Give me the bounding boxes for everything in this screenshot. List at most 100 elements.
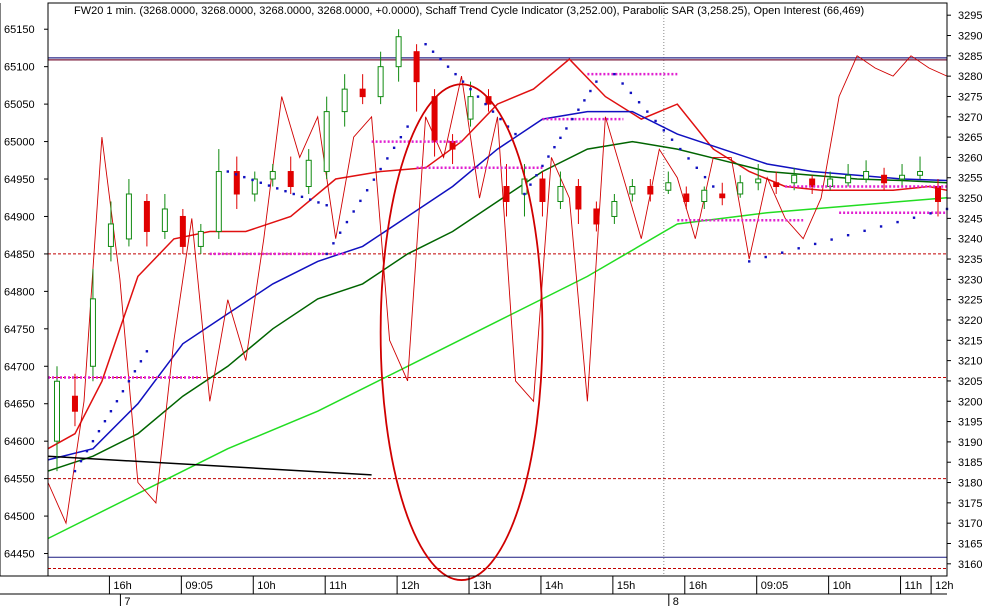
time-tick-label: 10h xyxy=(257,580,275,592)
candle-body xyxy=(899,174,906,180)
candle-body xyxy=(215,171,222,232)
sar-dot xyxy=(91,439,95,443)
right-tick-label: 3165 xyxy=(958,538,982,550)
right-tick-label: 3195 xyxy=(958,417,982,429)
sar-dot xyxy=(879,225,883,228)
candle-body xyxy=(53,380,60,442)
sar-dot xyxy=(654,119,657,123)
sar-dot xyxy=(571,117,574,121)
time-tick-label: 16h xyxy=(689,580,707,592)
candle-body xyxy=(629,186,636,195)
sar-dot xyxy=(79,459,83,463)
day-label: 8 xyxy=(673,596,679,608)
right-tick-label: 3255 xyxy=(958,173,982,185)
sar-dot xyxy=(338,231,342,234)
candle-body xyxy=(287,171,294,188)
sar-dot xyxy=(267,184,271,187)
sar-dot xyxy=(547,155,550,158)
sar-dot xyxy=(85,449,89,453)
candle-body xyxy=(269,171,276,180)
sar-dot xyxy=(499,117,502,121)
left-tick-label: 64950 xyxy=(4,174,35,186)
left-tick-label: 64850 xyxy=(4,249,35,261)
sar-dot xyxy=(399,135,403,139)
sar-dot xyxy=(332,242,335,245)
time-tick-label: 11h xyxy=(905,580,923,592)
sar-dot xyxy=(325,252,328,256)
time-tick-label: 09:05 xyxy=(185,580,213,592)
right-tick-label: 3260 xyxy=(958,152,982,164)
sar-dot xyxy=(559,136,562,140)
sar-dot xyxy=(613,72,616,76)
time-tick-label: 10h xyxy=(833,580,851,592)
sar-dot xyxy=(595,80,598,83)
sar-dot xyxy=(292,192,295,196)
candle-body xyxy=(539,178,546,202)
time-tick-label: 12h xyxy=(401,580,419,592)
chart-title: FW20 1 min. (3268.0000, 3268.0000, 3268.… xyxy=(74,5,864,17)
candle-body xyxy=(467,96,474,120)
sar-dot xyxy=(695,166,698,169)
sar-dot xyxy=(234,173,238,176)
left-tick-label: 64700 xyxy=(4,361,35,373)
sar-dot xyxy=(365,189,369,192)
left-tick-label: 64500 xyxy=(4,511,35,523)
chart-background xyxy=(0,0,994,608)
sar-dot xyxy=(379,167,382,171)
chart: 65150 65100 65050 65000 64950 64900 64850 64800… xyxy=(0,0,994,608)
sar-dot xyxy=(780,251,784,254)
sar-dot xyxy=(431,50,435,53)
sar-dot xyxy=(392,146,396,150)
left-tick-label: 64800 xyxy=(4,286,35,298)
candle-body xyxy=(197,230,204,247)
sar-dot xyxy=(73,469,77,473)
right-tick-label: 3225 xyxy=(958,295,982,307)
sar-dot xyxy=(284,189,287,193)
candle-body xyxy=(791,174,798,184)
sar-dot xyxy=(127,380,131,383)
sar-dot xyxy=(912,216,916,219)
left-tick-label: 64750 xyxy=(4,324,35,336)
time-tick-label: 16h xyxy=(113,580,131,592)
candle-body xyxy=(161,208,168,232)
candle-body xyxy=(359,88,366,98)
sar-dot xyxy=(491,110,495,113)
sar-dot xyxy=(629,91,633,95)
candle-body xyxy=(701,189,708,202)
sar-dot xyxy=(461,80,465,83)
right-tick-label: 3215 xyxy=(958,335,982,347)
time-tick-label: 14h xyxy=(545,580,563,592)
sar-dot xyxy=(439,57,442,61)
left-tick-label: 65100 xyxy=(4,62,35,74)
sar-dot xyxy=(139,360,143,363)
right-tick-label: 3270 xyxy=(958,112,982,124)
right-tick-label: 3160 xyxy=(958,559,982,571)
sar-dot xyxy=(359,199,362,203)
sar-dot xyxy=(583,99,586,102)
right-tick-label: 3205 xyxy=(958,376,982,388)
sar-dot xyxy=(386,157,389,160)
right-tick-label: 3290 xyxy=(958,31,982,43)
sar-dot xyxy=(553,145,556,149)
sar-dot xyxy=(863,229,866,233)
right-tick-label: 3265 xyxy=(958,132,982,144)
sar-dot xyxy=(670,138,674,141)
right-tick-label: 3295 xyxy=(958,10,982,22)
right-tick-label: 3275 xyxy=(958,91,982,103)
candle-body xyxy=(341,88,348,113)
sar-dot xyxy=(121,390,125,393)
right-tick-label: 3220 xyxy=(958,315,982,327)
sar-dot xyxy=(454,72,457,76)
left-tick-label: 65000 xyxy=(4,137,35,149)
candle-body xyxy=(89,298,96,367)
right-tick-label: 3250 xyxy=(958,193,982,205)
left-tick-label: 64550 xyxy=(4,474,35,486)
sar-dot xyxy=(541,164,544,168)
sar-dot xyxy=(325,204,328,207)
sar-dot xyxy=(662,129,666,132)
candle-body xyxy=(845,174,852,184)
candle-body xyxy=(557,186,564,202)
right-tick-label: 3235 xyxy=(958,254,982,266)
time-tick-label: 09:05 xyxy=(761,580,789,592)
day-label: 7 xyxy=(124,596,130,608)
